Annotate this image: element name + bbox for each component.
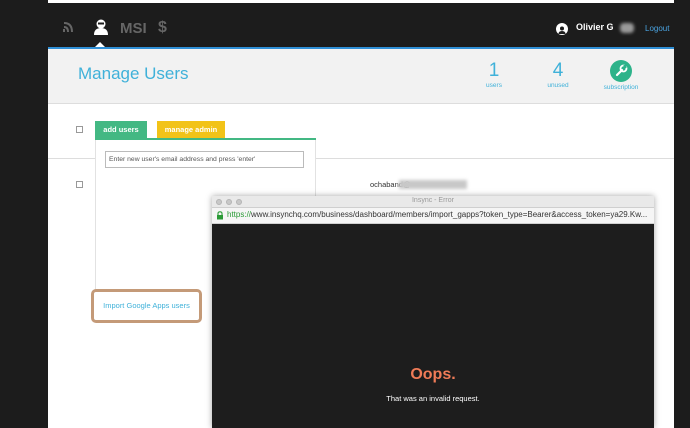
stat-unused-label: unused (547, 82, 569, 89)
user-name[interactable]: Olivier G (576, 22, 614, 32)
stat-users-value: 1 (488, 60, 500, 81)
import-google-apps-button[interactable]: Import Google Apps users (91, 289, 202, 323)
url-bar[interactable]: https://www.insynchq.com/business/dashbo… (212, 208, 654, 224)
redacted-email (399, 180, 467, 189)
popup-titlebar: Insync - Error (212, 196, 654, 208)
nav-msi[interactable]: MSI (120, 20, 147, 37)
popup-title: Insync - Error (411, 197, 454, 204)
email-input[interactable] (105, 151, 304, 168)
url-path: www.insynchq.com/business/dashboard/memb… (251, 210, 648, 219)
select-all-checkbox[interactable] (76, 126, 83, 133)
subscription-button[interactable] (610, 60, 632, 82)
stat-unused-value: 4 (552, 60, 564, 81)
error-message: That was an invalid request. (386, 394, 480, 403)
wrench-icon (615, 64, 628, 77)
tab-manage-admin[interactable]: manage admin (157, 121, 225, 138)
user-avatar-icon[interactable] (556, 23, 568, 35)
row-checkbox[interactable] (76, 181, 83, 188)
stat-unused[interactable]: 4 unused (542, 60, 574, 89)
redacted-name (620, 23, 634, 33)
wifi-signal-icon[interactable] (62, 18, 74, 34)
error-heading: Oops. (410, 366, 456, 383)
app-frame: MSI $ Olivier G Logout Manage Users 1 us… (0, 0, 690, 428)
page-title: Manage Users (78, 64, 189, 83)
error-popup-window: Insync - Error https://www.insynchq.com/… (212, 196, 654, 428)
divider (48, 103, 674, 104)
tab-add-users[interactable]: add users (95, 121, 147, 138)
user-icon[interactable] (92, 18, 110, 36)
top-border (0, 0, 690, 3)
subscription-label[interactable]: subscription (600, 84, 642, 91)
lock-icon (217, 211, 223, 220)
right-margin (674, 0, 690, 428)
stat-users[interactable]: 1 users (482, 60, 506, 89)
url-text[interactable]: https://www.insynchq.com/business/dashbo… (227, 210, 652, 219)
url-scheme: https:// (227, 210, 252, 219)
logout-link[interactable]: Logout (645, 24, 669, 33)
stat-users-label: users (486, 82, 502, 89)
nav-billing[interactable]: $ (158, 19, 167, 37)
left-margin (0, 0, 48, 428)
